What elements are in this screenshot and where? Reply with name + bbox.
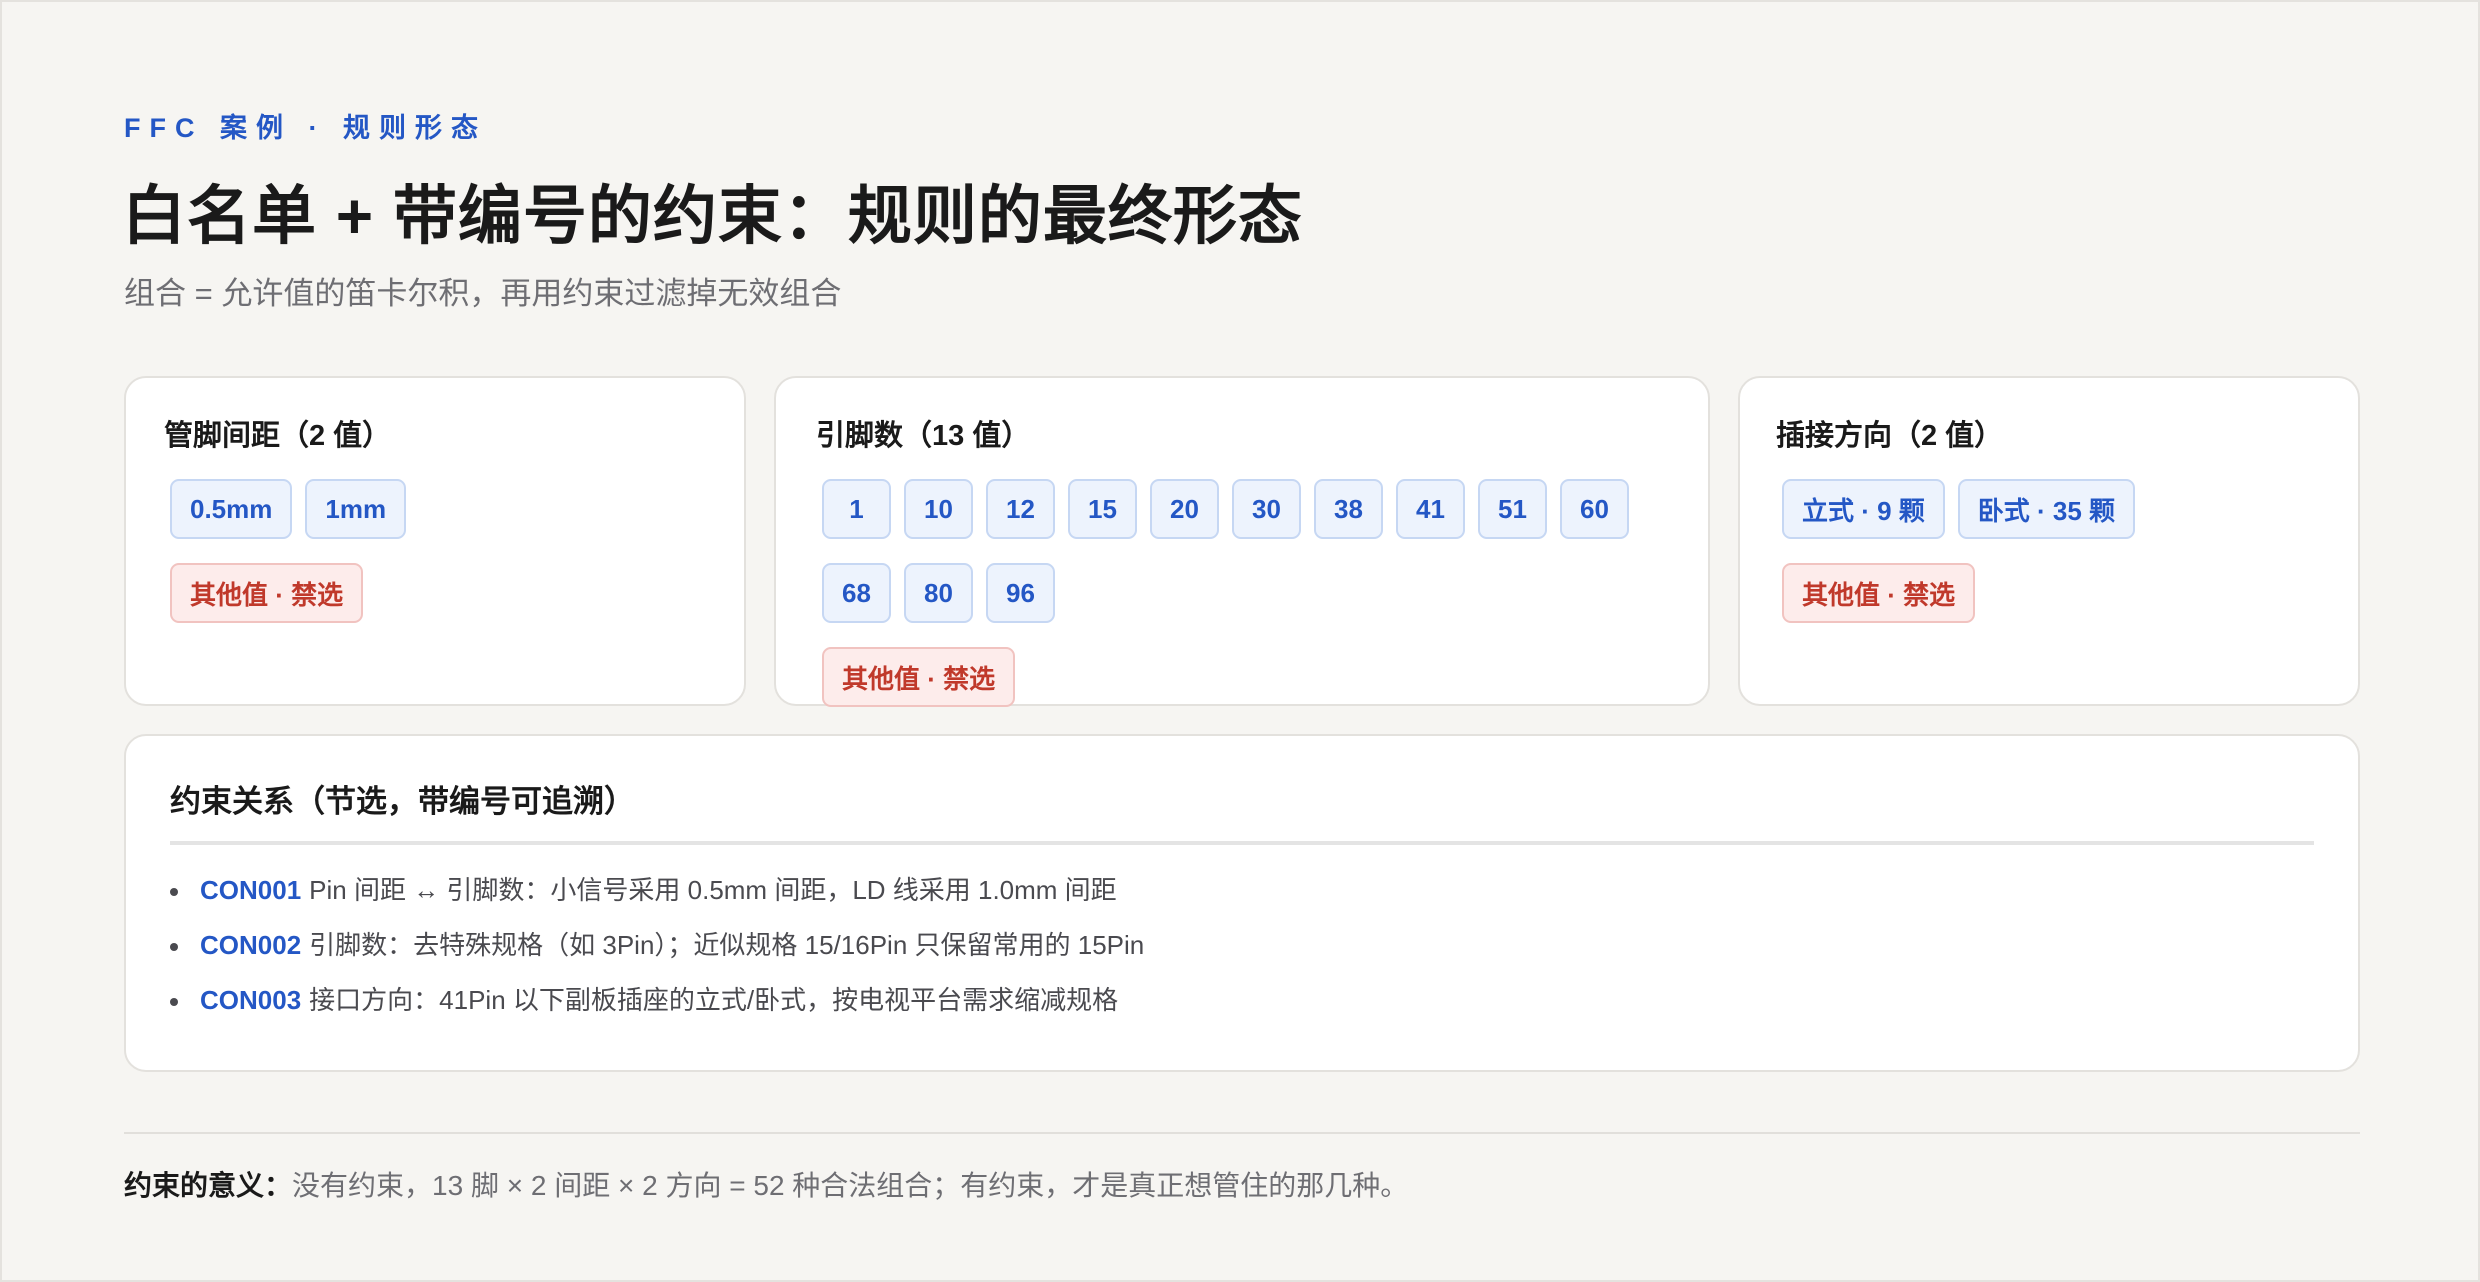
constraint-item: CON003 接口方向：41Pin 以下副板插座的立式/卧式，按电视平台需求缩减规…: [170, 973, 2314, 1028]
orientation-chip-list: 立式 · 9 颗 卧式 · 35 颗 其他值 · 禁选: [1776, 479, 2322, 623]
forbidden-chip: 其他值 · 禁选: [170, 563, 364, 623]
pitch-chip: 0.5mm: [170, 479, 293, 539]
page-title: 白名单 + 带编号的约束：规则的最终形态: [122, 180, 1303, 252]
footer-text: 没有约束，13 脚 × 2 间距 × 2 方向 = 52 种合法组合；有约束，才…: [292, 1170, 1409, 1201]
constraint-item: CON002 引脚数：去特殊规格（如 3Pin）；近似规格 15/16Pin 只保…: [170, 918, 2314, 973]
pin-count-chip: 96: [986, 563, 1055, 623]
pitch-chip: 1mm: [305, 479, 407, 539]
footer-note: 约束的意义：没有约束，13 脚 × 2 间距 × 2 方向 = 52 种合法组合…: [124, 1164, 1408, 1204]
constraint-code: CON001: [200, 875, 302, 905]
orientation-chip: 立式 · 9 颗: [1782, 479, 1945, 539]
pin-count-chip: 80: [904, 563, 973, 623]
pins-chip-list: 1 10 12 15 20 30 38 41 51 60 68 80 96 其他…: [816, 479, 1668, 707]
pin-count-chip: 12: [986, 479, 1055, 539]
constraints-title: 约束关系（节选，带编号可追溯）: [170, 776, 2314, 845]
orientation-chip: 卧式 · 35 颗: [1957, 479, 2136, 539]
pin-count-chip: 30: [1232, 479, 1301, 539]
forbidden-chip: 其他值 · 禁选: [822, 647, 1016, 707]
pins-card: 引脚数（13 值） 1 10 12 15 20 30 38 41 51 60 6…: [774, 376, 1710, 707]
constraint-code: CON003: [200, 985, 302, 1015]
constraint-text: 接口方向：41Pin 以下副板插座的立式/卧式，按电视平台需求缩减规格: [309, 985, 1119, 1015]
eyebrow-label: FFC 案例 · 规则形态: [124, 113, 487, 143]
pins-card-title: 引脚数（13 值）: [816, 420, 1031, 452]
pin-count-chip: 20: [1150, 479, 1219, 539]
pin-count-chip: 38: [1314, 479, 1383, 539]
pin-count-chip: 15: [1068, 479, 1137, 539]
orientation-card: 插接方向（2 值） 立式 · 9 颗 卧式 · 35 颗 其他值 · 禁选: [1738, 376, 2360, 706]
pitch-card-title: 管脚间距（2 值）: [164, 420, 392, 452]
footer-label: 约束的意义：: [124, 1170, 293, 1201]
constraint-text: 引脚数：去特殊规格（如 3Pin）；近似规格 15/16Pin 只保留常用的 1…: [309, 930, 1145, 960]
orientation-card-title: 插接方向（2 值）: [1776, 420, 2004, 452]
pin-count-chip: 51: [1478, 479, 1547, 539]
pitch-card: 管脚间距（2 值） 0.5mm 1mm 其他值 · 禁选: [124, 376, 746, 706]
constraint-text: Pin 间距 ↔ 引脚数：小信号采用 0.5mm 间距，LD 线采用 1.0mm…: [309, 875, 1117, 905]
pin-count-chip: 10: [904, 479, 973, 539]
constraints-list: CON001 Pin 间距 ↔ 引脚数：小信号采用 0.5mm 间距，LD 线采用…: [170, 863, 2314, 1028]
pitch-chip-list: 0.5mm 1mm 其他值 · 禁选: [164, 479, 706, 623]
footer-divider: [124, 1132, 2360, 1134]
constraint-item: CON001 Pin 间距 ↔ 引脚数：小信号采用 0.5mm 间距，LD 线采用…: [170, 863, 2314, 918]
pin-count-chip: 41: [1396, 479, 1465, 539]
pin-count-chip: 68: [822, 563, 891, 623]
forbidden-chip: 其他值 · 禁选: [1782, 563, 1976, 623]
constraint-code: CON002: [200, 930, 302, 960]
constraints-card: 约束关系（节选，带编号可追溯） CON001 Pin 间距 ↔ 引脚数：小信号采用…: [124, 734, 2360, 1072]
page-subtitle: 组合 = 允许值的笛卡尔积，再用约束过滤掉无效组合: [124, 276, 842, 311]
pin-count-chip: 60: [1560, 479, 1629, 539]
page: FFC 案例 · 规则形态 白名单 + 带编号的约束：规则的最终形态 组合 = …: [0, 0, 2480, 1282]
pin-count-chip: 1: [822, 479, 891, 539]
